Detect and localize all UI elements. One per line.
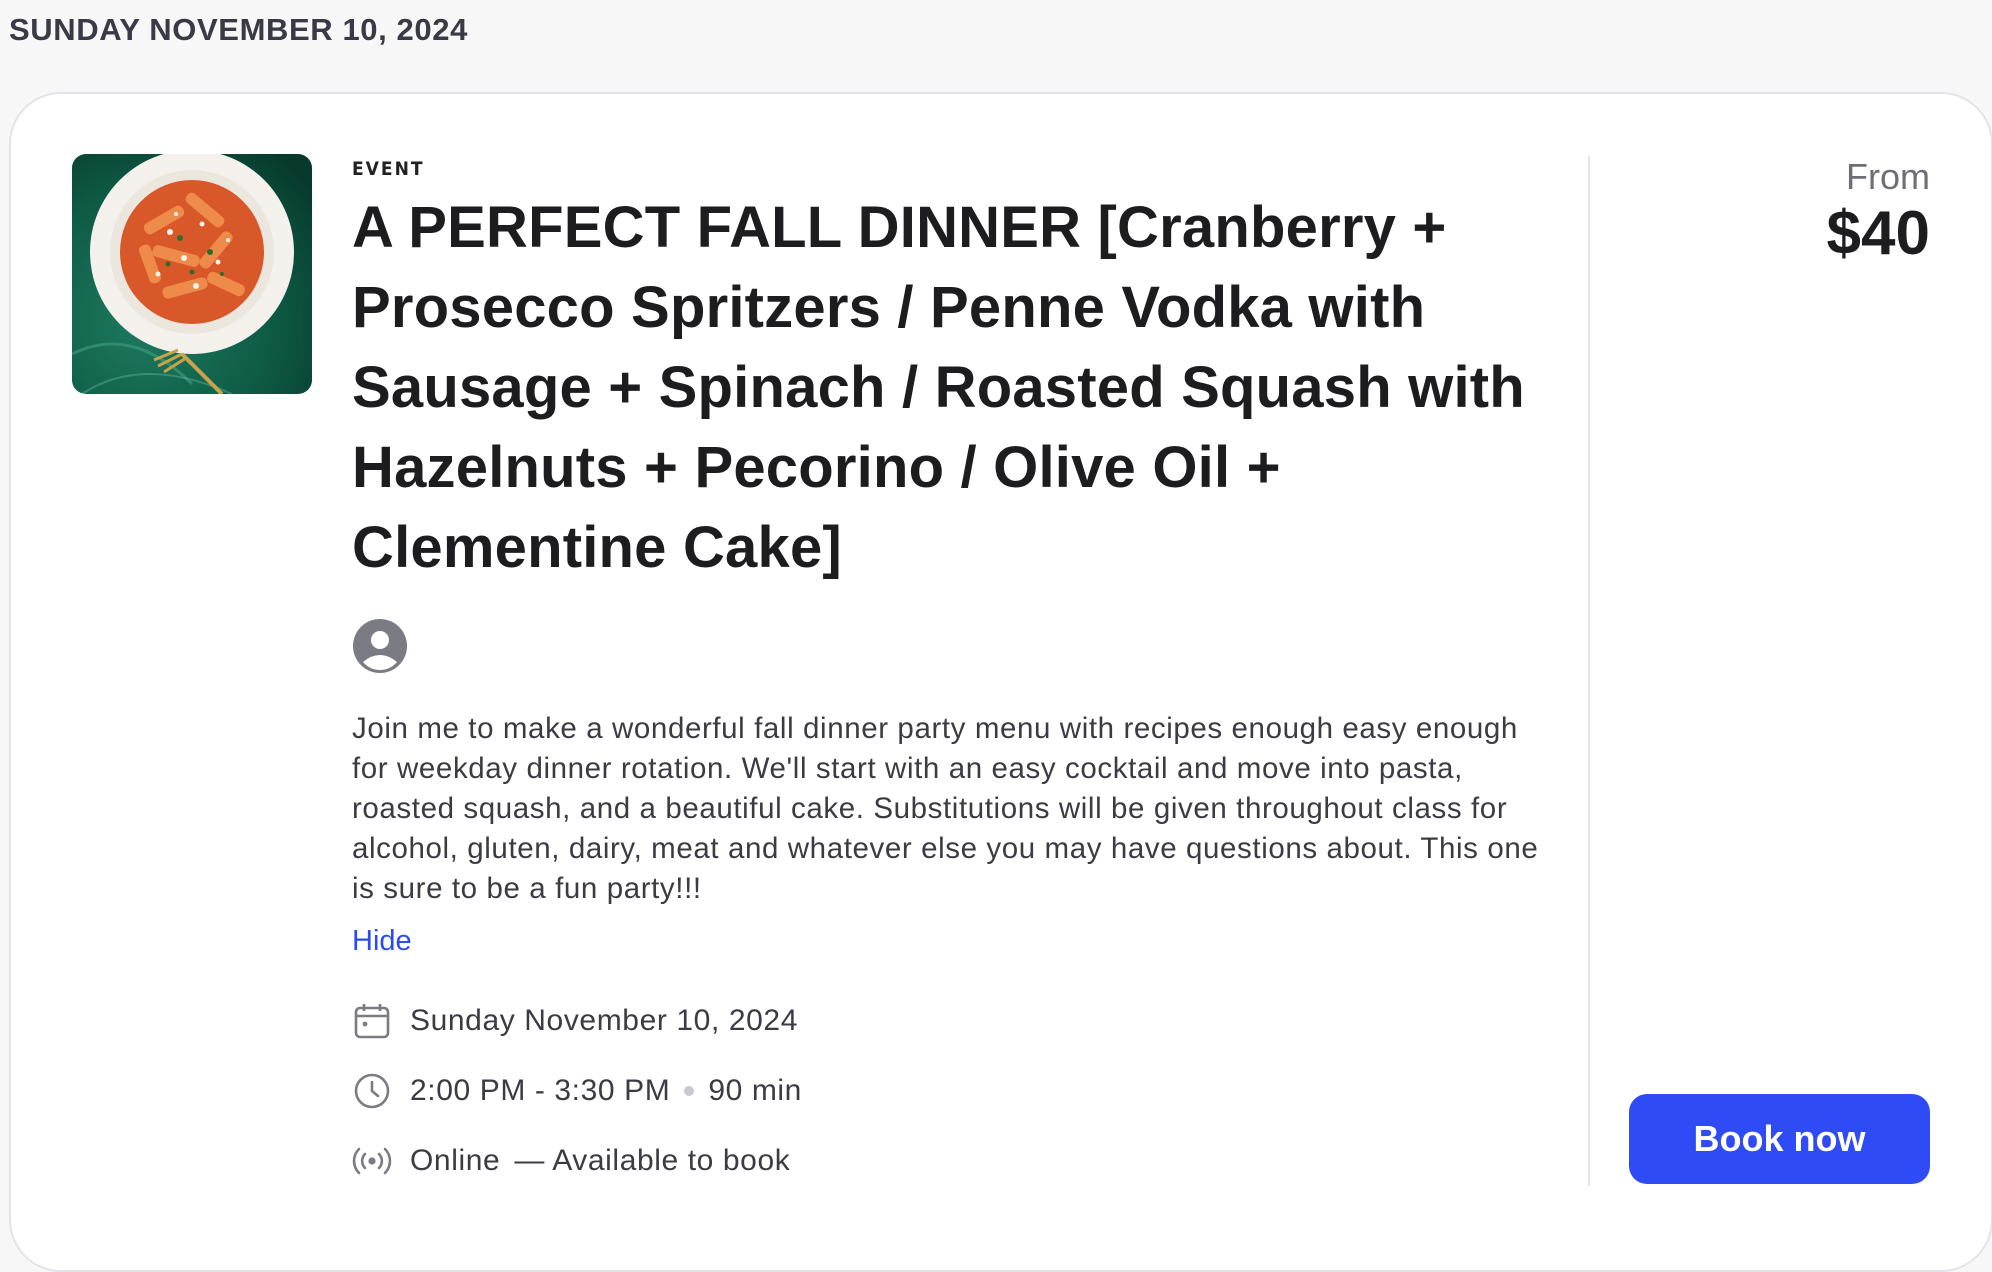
event-time-range: 2:00 PM - 3:30 PM <box>410 1074 671 1107</box>
user-avatar-icon[interactable] <box>352 618 408 674</box>
event-meta: Sunday November 10, 2024 2:00 PM - 3:30 … <box>352 986 1562 1196</box>
book-now-button[interactable]: Book now <box>1629 1094 1930 1184</box>
pasta-dish-image <box>72 154 312 394</box>
broadcast-icon <box>352 1147 392 1175</box>
hide-description-link[interactable]: Hide <box>352 925 412 958</box>
event-card: EVENT A PERFECT FALL DINNER [Cranberry +… <box>9 92 1992 1272</box>
event-title[interactable]: A PERFECT FALL DINNER [Cranberry + Prose… <box>352 188 1562 588</box>
event-location-row: Online — Available to book <box>352 1126 1562 1196</box>
price-value: $40 <box>1826 199 1930 268</box>
event-date-row: Sunday November 10, 2024 <box>352 986 1562 1056</box>
event-date: Sunday November 10, 2024 <box>410 1004 798 1037</box>
card-divider <box>1588 156 1590 1186</box>
event-time-row: 2:00 PM - 3:30 PM 90 min <box>352 1056 1562 1126</box>
calendar-icon <box>354 1004 390 1039</box>
event-description: Join me to make a wonderful fall dinner … <box>352 712 1539 905</box>
event-availability: — Available to book <box>514 1144 791 1177</box>
event-content: EVENT A PERFECT FALL DINNER [Cranberry +… <box>352 158 1562 1196</box>
clock-icon <box>354 1073 390 1109</box>
event-kicker: EVENT <box>352 158 425 180</box>
price-from-label: From <box>1846 156 1930 197</box>
event-thumbnail[interactable] <box>72 154 312 394</box>
date-heading: SUNDAY NOVEMBER 10, 2024 <box>9 12 468 47</box>
event-duration: 90 min <box>708 1074 802 1107</box>
separator-dot <box>684 1086 695 1096</box>
event-location: Online <box>410 1144 501 1177</box>
